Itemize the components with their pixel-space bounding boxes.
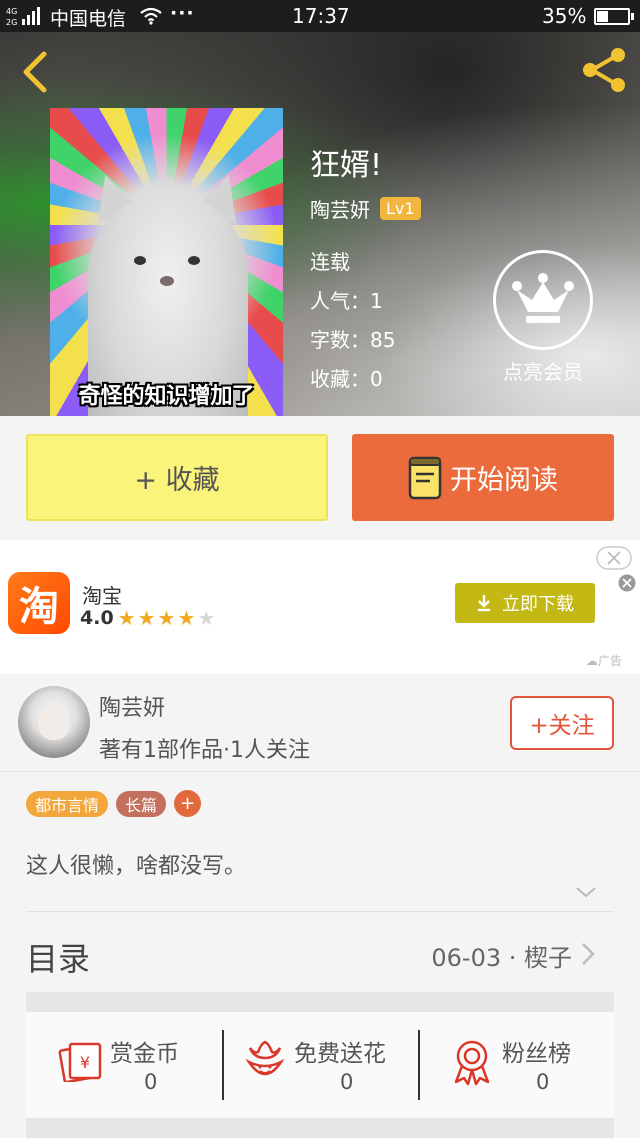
latest-chapter: 06-03 · 楔子 xyxy=(431,944,572,972)
book-favorites: 收藏：0 xyxy=(310,367,383,391)
svg-text:4G: 4G xyxy=(6,7,17,16)
toc-label: 目录 xyxy=(26,940,91,978)
book-popularity: 人气：1 xyxy=(310,289,383,313)
book-word-count: 字数：85 xyxy=(310,328,396,352)
vip-circle xyxy=(493,250,593,350)
download-button[interactable]: 立即下载 xyxy=(455,583,595,623)
star-filled-icon: ★ xyxy=(157,606,176,630)
fans-title: 粉丝榜 xyxy=(502,1041,571,1067)
book-author-row: 陶芸妍 Lv1 xyxy=(310,194,421,223)
cloud-icon: ☁ xyxy=(586,654,598,668)
add-tag-button[interactable]: + xyxy=(174,790,202,817)
rating-stars: ★ ★ ★ ★ ★ xyxy=(118,606,218,630)
more-dots-icon: ··· xyxy=(170,2,195,24)
carrier-name: 中国电信 xyxy=(50,8,127,30)
signal-icon: 4G 2G xyxy=(6,7,40,27)
ad-label: ☁广告 xyxy=(586,652,622,669)
red-envelope-icon: ¥ xyxy=(58,1042,102,1082)
author-name[interactable]: 陶芸妍 xyxy=(99,690,165,722)
cover-eye xyxy=(134,256,146,265)
crown-icon xyxy=(512,273,574,323)
ad-dismiss-icon[interactable] xyxy=(618,574,636,592)
action-row: + 收藏 开始阅读 xyxy=(0,416,640,540)
fan-ranking-button[interactable]: 粉丝榜 0 xyxy=(418,1012,614,1118)
reward-title: 赏金币 xyxy=(110,1041,179,1067)
section-separator xyxy=(26,1118,614,1138)
svg-text:¥: ¥ xyxy=(80,1053,90,1072)
svg-text:2G: 2G xyxy=(6,18,17,27)
battery-percent: 35% xyxy=(542,4,587,28)
level-badge: Lv1 xyxy=(380,197,421,220)
download-label: 立即下载 xyxy=(502,594,574,615)
star-empty-icon: ★ xyxy=(197,606,216,630)
cover-eye xyxy=(188,256,200,265)
book-icon xyxy=(408,456,442,499)
stats-bar: ¥ 赏金币 0 免费送花 0 粉丝榜 0 xyxy=(26,1012,614,1118)
chevron-down-icon[interactable] xyxy=(574,884,598,900)
book-intro: 这人很懒，啥都没写。 xyxy=(26,854,247,879)
ad-banner[interactable]: 淘 淘宝 4.0 ★ ★ ★ ★ ★ 立即下载 ☁广告 xyxy=(0,540,640,674)
ad-app-name: 淘宝 xyxy=(82,584,122,608)
taobao-app-icon: 淘 xyxy=(8,572,70,634)
battery-icon xyxy=(594,8,634,25)
cover-caption: 奇怪的知识增加了 xyxy=(78,384,255,409)
chevron-right-icon xyxy=(582,943,595,965)
flower-title: 免费送花 xyxy=(294,1041,386,1067)
ad-close-icon[interactable] xyxy=(596,546,632,570)
author-works: 著有1部作品·1人关注 xyxy=(99,738,310,763)
clock: 17:37 xyxy=(292,4,350,28)
book-header: 奇怪的知识增加了 狂婿! 陶芸妍 Lv1 连载 人气：1 字数：85 收藏：0 … xyxy=(0,32,640,416)
book-cover[interactable]: 奇怪的知识增加了 xyxy=(50,108,283,416)
download-icon xyxy=(478,595,490,612)
flower-icon xyxy=(245,1040,285,1076)
medal-icon xyxy=(454,1040,490,1086)
reward-coins-button[interactable]: ¥ 赏金币 0 xyxy=(26,1012,222,1118)
chevron-left-icon xyxy=(23,51,47,93)
flower-count: 0 xyxy=(340,1070,354,1094)
wifi-icon xyxy=(140,7,162,25)
vip-button[interactable]: 点亮会员 xyxy=(492,250,594,385)
avatar[interactable] xyxy=(18,686,90,758)
table-of-contents-row[interactable]: 目录 06-03 · 楔子 xyxy=(0,912,640,992)
start-reading-label: 开始阅读 xyxy=(450,465,558,496)
book-title: 狂婿! xyxy=(310,148,383,183)
section-separator xyxy=(26,992,614,1012)
status-bar: 4G 2G 中国电信 ··· 17:37 35% xyxy=(0,0,640,32)
vip-label: 点亮会员 xyxy=(503,360,583,384)
book-author[interactable]: 陶芸妍 xyxy=(310,194,370,223)
star-filled-icon: ★ xyxy=(117,606,136,630)
star-filled-icon: ★ xyxy=(177,606,196,630)
back-button[interactable] xyxy=(16,50,52,94)
favorite-button[interactable]: + 收藏 xyxy=(26,434,328,521)
fans-count: 0 xyxy=(536,1070,550,1094)
ad-label-text: 广告 xyxy=(598,654,623,668)
share-icon xyxy=(583,48,625,92)
share-button[interactable] xyxy=(578,44,630,96)
start-reading-button[interactable]: 开始阅读 xyxy=(352,434,614,521)
reward-count: 0 xyxy=(144,1070,158,1094)
tag-length[interactable]: 长篇 xyxy=(116,790,167,817)
ad-rating-value: 4.0 xyxy=(80,607,114,629)
tag-list: 都市言情 长篇 + xyxy=(26,790,202,817)
cover-nose xyxy=(160,276,174,286)
follow-button[interactable]: +关注 xyxy=(510,696,614,750)
send-flower-button[interactable]: 免费送花 0 xyxy=(222,1012,418,1118)
book-status: 连载 xyxy=(310,250,350,274)
star-filled-icon: ★ xyxy=(137,606,156,630)
author-card: 陶芸妍 著有1部作品·1人关注 +关注 xyxy=(0,674,640,772)
tag-genre[interactable]: 都市言情 xyxy=(26,790,109,817)
ad-rating: 4.0 ★ ★ ★ ★ ★ xyxy=(80,606,217,630)
